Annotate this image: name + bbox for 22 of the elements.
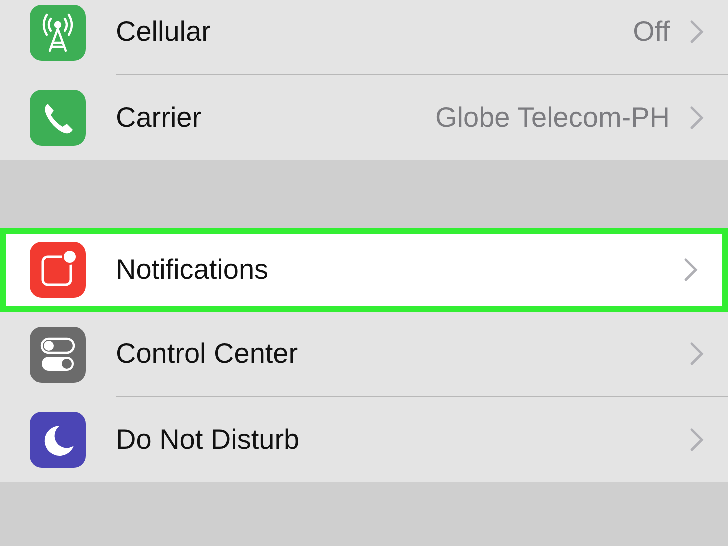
settings-row[interactable]: Control Center bbox=[0, 312, 728, 397]
highlighted-settings-row[interactable]: Notifications bbox=[0, 228, 728, 312]
antenna-icon bbox=[30, 4, 86, 60]
chevron-icon bbox=[684, 258, 698, 282]
chevron-icon bbox=[690, 342, 704, 366]
settings-row[interactable]: Cellular Off bbox=[0, 0, 728, 75]
notification-icon bbox=[30, 242, 86, 298]
chevron-icon bbox=[690, 106, 704, 130]
row-label: Cellular bbox=[116, 16, 212, 48]
toggle-icon bbox=[30, 326, 86, 382]
moon-icon bbox=[30, 412, 86, 468]
phone-icon bbox=[30, 90, 86, 146]
row-label: Control Center bbox=[116, 338, 300, 370]
chevron-icon bbox=[690, 20, 704, 44]
row-label: Notifications bbox=[116, 254, 270, 286]
row-label: Do Not Disturb bbox=[116, 424, 301, 456]
row-value: Off bbox=[633, 16, 670, 48]
row-label: Carrier bbox=[116, 102, 203, 134]
row-value: Globe Telecom-PH bbox=[436, 102, 670, 134]
settings-row[interactable]: Do Not Disturb bbox=[0, 397, 728, 482]
chevron-icon bbox=[690, 428, 704, 452]
settings-row[interactable]: Carrier Globe Telecom-PH bbox=[0, 75, 728, 160]
